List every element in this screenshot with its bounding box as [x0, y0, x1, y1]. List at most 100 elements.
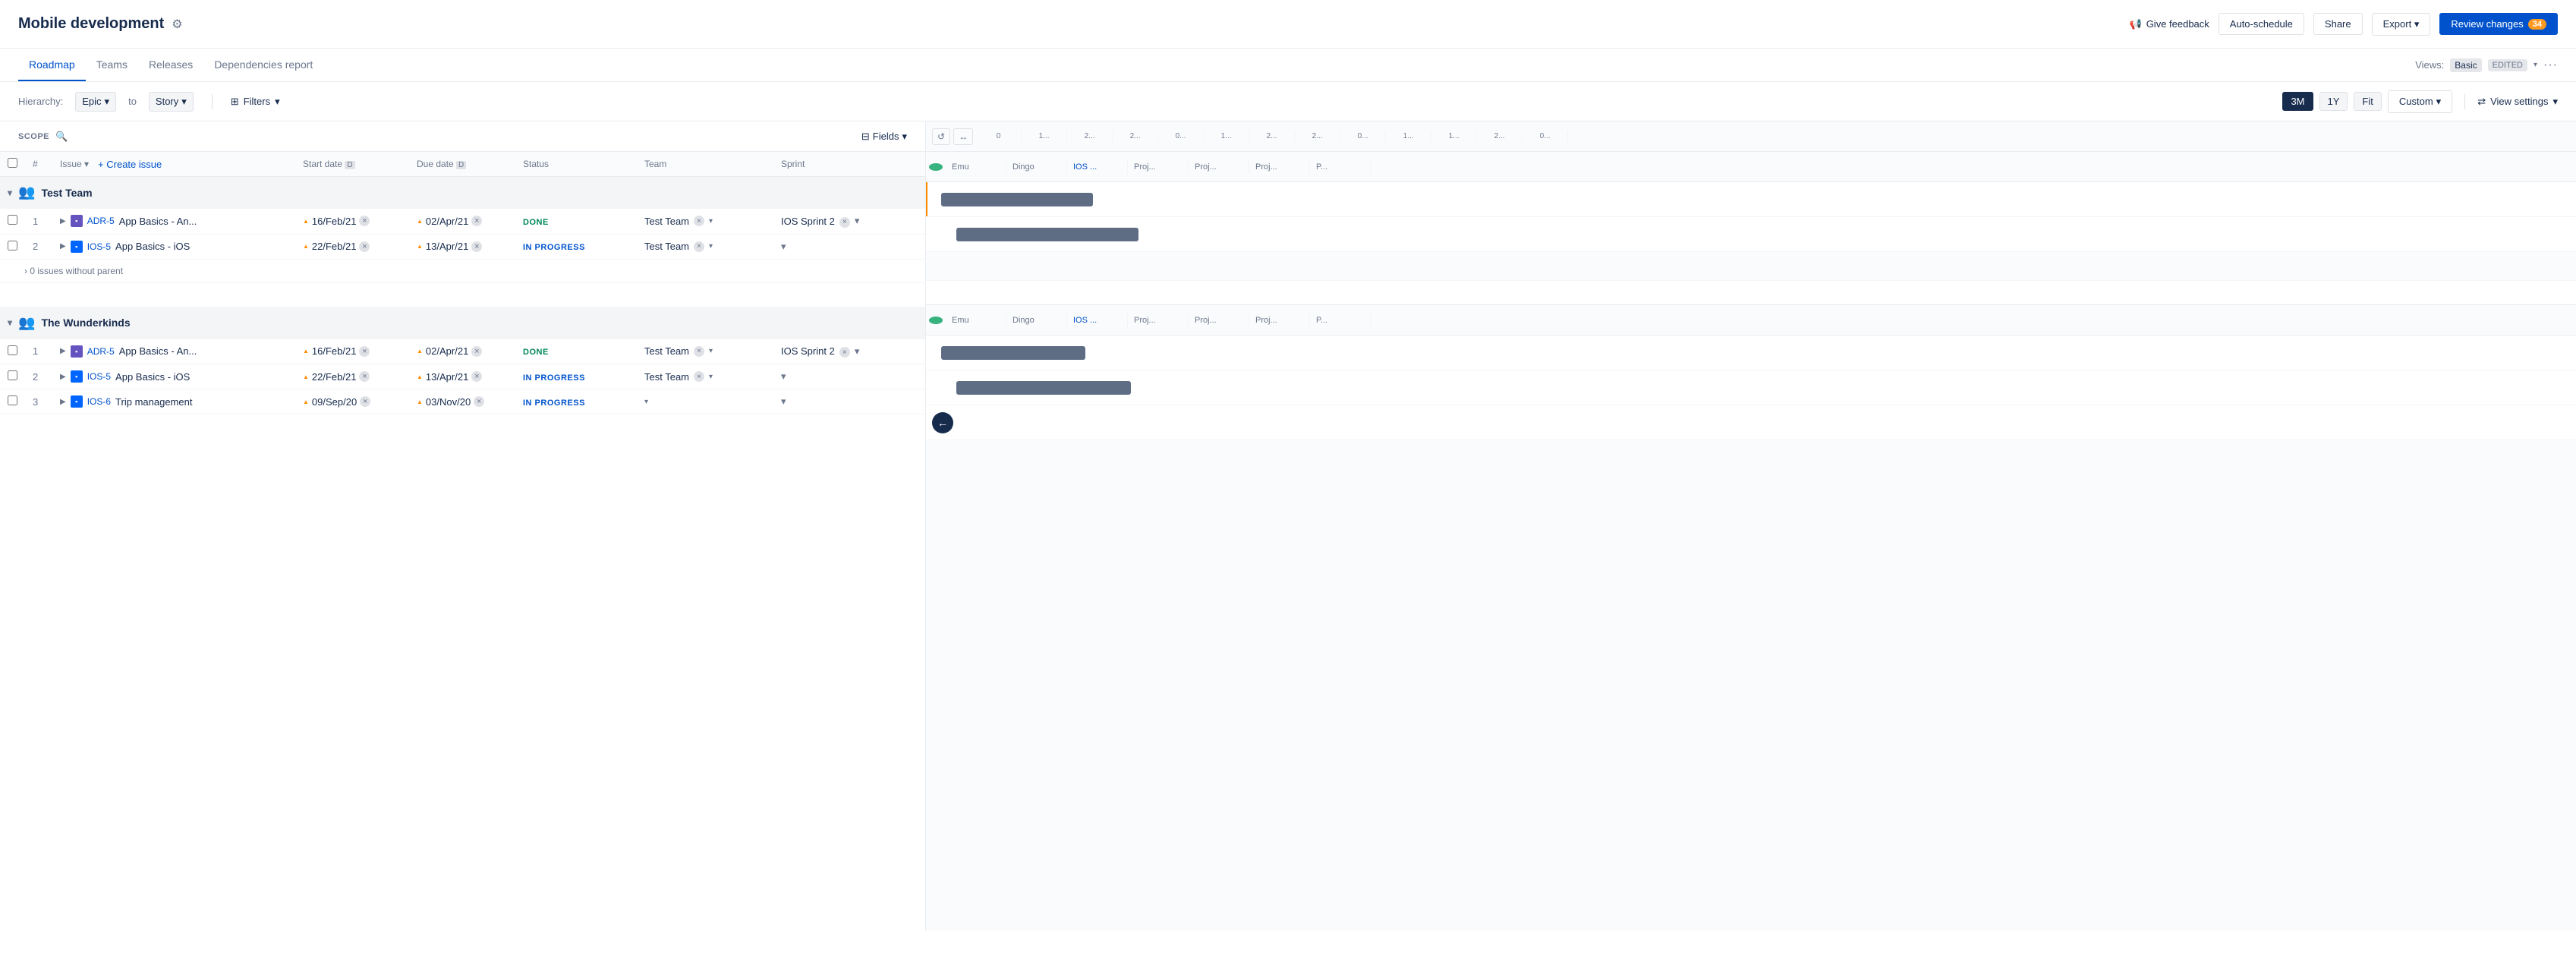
team-clear-icon[interactable]: × — [694, 216, 704, 226]
row-checkbox[interactable] — [8, 215, 17, 225]
due-date: 13/Apr/21 — [426, 241, 468, 252]
expand-icon[interactable]: ▶ — [60, 398, 66, 406]
time-3m-button[interactable]: 3M — [2282, 92, 2313, 111]
gantt-bar-done[interactable] — [941, 193, 1093, 206]
team-dropdown-icon[interactable]: ▾ — [644, 398, 648, 406]
share-button[interactable]: Share — [2313, 13, 2363, 35]
gantt-expand-button[interactable]: ↔ — [953, 128, 973, 145]
date-clear-icon[interactable]: × — [471, 346, 482, 357]
gantt-bar-inprogress[interactable] — [956, 381, 1131, 395]
sprint-dropdown-icon[interactable]: ▾ — [855, 215, 860, 227]
col-header-num: # — [25, 152, 52, 177]
sprint-dropdown-icon[interactable]: ▾ — [855, 345, 860, 358]
team-dropdown-icon[interactable]: ▾ — [709, 217, 713, 225]
team-clear-icon[interactable]: × — [694, 346, 704, 357]
search-icon[interactable]: 🔍 — [55, 131, 68, 143]
status-badge: IN PROGRESS — [523, 373, 585, 383]
issue-link[interactable]: ADR-5 — [87, 346, 115, 357]
col-header-due: Due date D — [409, 152, 515, 177]
tab-roadmap[interactable]: Roadmap — [18, 49, 86, 81]
select-all-checkbox[interactable] — [8, 158, 17, 168]
date-flag-icon: ▲ — [303, 243, 309, 250]
view-settings-button[interactable]: ⇄ View settings ▾ — [2477, 96, 2558, 108]
row-checkbox[interactable] — [8, 345, 17, 355]
group-chevron-wunderkinds[interactable]: ▾ — [8, 317, 12, 328]
team-dropdown-icon[interactable]: ▾ — [709, 347, 713, 355]
row-num: 2 — [25, 234, 52, 259]
issue-title: App Basics - An... — [119, 345, 197, 357]
views-label: Views: — [2415, 59, 2444, 71]
status-badge: IN PROGRESS — [523, 243, 585, 252]
date-clear-icon[interactable]: × — [359, 241, 370, 252]
sprint-clear-icon[interactable]: × — [839, 215, 850, 228]
team-dropdown-icon[interactable]: ▾ — [709, 242, 713, 250]
custom-button[interactable]: Custom ▾ — [2388, 90, 2452, 113]
sprint-dropdown-icon[interactable]: ▾ — [781, 241, 786, 253]
hierarchy-to-select[interactable]: Story ▾ — [149, 92, 194, 112]
more-options-icon[interactable]: ··· — [2543, 58, 2558, 72]
expand-icon[interactable]: ▶ — [60, 347, 66, 355]
issue-type-icon: ▪ — [71, 395, 83, 408]
sprint-name: IOS Sprint 2 — [781, 345, 835, 357]
date-clear-icon[interactable]: × — [359, 216, 370, 226]
time-1y-button[interactable]: 1Y — [2319, 92, 2348, 111]
issue-link[interactable]: IOS-6 — [87, 396, 111, 407]
sprint-labels-group2: Emu Dingo IOS ... Proj... Proj... Proj..… — [926, 305, 2576, 336]
group-name-wunderkinds: The Wunderkinds — [41, 317, 130, 329]
sub-issues-row: › 0 issues without parent — [0, 259, 925, 282]
start-date: 22/Feb/21 — [312, 241, 357, 252]
issue-link[interactable]: IOS-5 — [87, 371, 111, 382]
export-button[interactable]: Export ▾ — [2372, 13, 2431, 36]
date-flag-icon: ▲ — [417, 218, 423, 225]
date-clear-icon[interactable]: × — [471, 371, 482, 382]
row-checkbox[interactable] — [8, 241, 17, 250]
gantt-bar-done[interactable] — [941, 346, 1085, 360]
team-clear-icon[interactable]: × — [694, 241, 704, 252]
create-issue-button[interactable]: + Create issue — [98, 159, 162, 170]
expand-icon[interactable]: ▶ — [60, 217, 66, 225]
date-clear-icon[interactable]: × — [359, 371, 370, 382]
expand-icon[interactable]: ▶ — [60, 373, 66, 381]
gantt-bar-inprogress[interactable] — [956, 228, 1138, 241]
team-dropdown-icon[interactable]: ▾ — [709, 373, 713, 381]
sprint-label: IOS ... — [1067, 313, 1128, 328]
date-clear-icon[interactable]: × — [474, 396, 484, 407]
time-fit-button[interactable]: Fit — [2354, 92, 2381, 111]
gantt-timeline-numbers: 0 1... 2... 2... 0... 1... 2... 2... 0..… — [976, 131, 2570, 142]
date-clear-icon[interactable]: × — [471, 241, 482, 252]
date-clear-icon[interactable]: × — [471, 216, 482, 226]
auto-schedule-button[interactable]: Auto-schedule — [2219, 13, 2304, 35]
gantt-undo-button[interactable]: ↺ — [932, 128, 950, 145]
group-chevron-test-team[interactable]: ▾ — [8, 187, 12, 198]
row-checkbox[interactable] — [8, 370, 17, 380]
team-clear-icon[interactable]: × — [694, 371, 704, 382]
hierarchy-from-select[interactable]: Epic ▾ — [75, 92, 116, 112]
gear-icon[interactable]: ⚙ — [172, 17, 182, 32]
issue-link[interactable]: ADR-5 — [87, 216, 115, 226]
date-clear-icon[interactable]: × — [360, 396, 370, 407]
expand-icon[interactable]: ▶ — [60, 242, 66, 250]
feedback-button[interactable]: 📢 Give feedback — [2130, 18, 2209, 30]
review-changes-button[interactable]: Review changes 34 — [2439, 13, 2558, 35]
sprint-label: Proj... — [1128, 313, 1189, 328]
date-flag-icon: ▲ — [303, 373, 309, 380]
sprint-clear-icon[interactable]: × — [839, 345, 850, 358]
table-row: 1 ▶ ▪ ADR-5 App Basics - An... ▲ 16/Feb/… — [0, 339, 925, 364]
view-dropdown-arrow[interactable]: ▾ — [2533, 61, 2537, 69]
fields-button[interactable]: ⊟ Fields ▾ — [861, 131, 907, 143]
today-line — [926, 182, 927, 216]
hierarchy-label: Hierarchy: — [18, 96, 63, 107]
row-num: 2 — [25, 364, 52, 389]
filters-button[interactable]: ⊞ Filters ▾ — [231, 96, 280, 108]
sprint-dropdown-icon[interactable]: ▾ — [781, 395, 786, 408]
back-to-date-icon[interactable]: ← — [932, 412, 953, 433]
tab-releases[interactable]: Releases — [138, 49, 203, 81]
tab-teams[interactable]: Teams — [86, 49, 138, 81]
start-date: 22/Feb/21 — [312, 371, 357, 383]
tab-dependencies[interactable]: Dependencies report — [203, 49, 323, 81]
gantt-controls-row: ↺ ↔ 0 1... 2... 2... 0... 1... 2... 2...… — [926, 121, 2576, 152]
date-clear-icon[interactable]: × — [359, 346, 370, 357]
row-checkbox[interactable] — [8, 395, 17, 405]
sprint-dropdown-icon[interactable]: ▾ — [781, 370, 786, 383]
issue-link[interactable]: IOS-5 — [87, 241, 111, 252]
